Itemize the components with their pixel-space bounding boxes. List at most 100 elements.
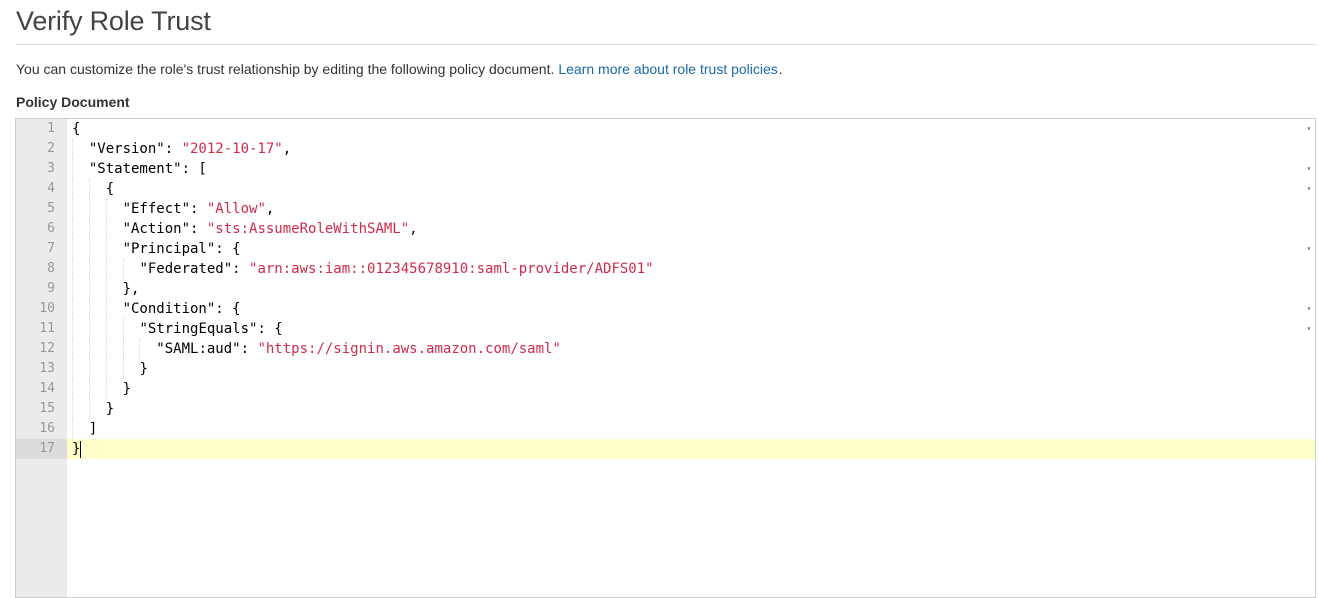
code-line[interactable]: 11 ▾ "StringEquals": {	[16, 319, 1315, 339]
line-number: 14	[39, 381, 55, 396]
code-line[interactable]: 17}	[16, 439, 1315, 459]
code-token: ,	[282, 141, 292, 157]
line-number: 4	[47, 181, 55, 196]
code-token: {	[72, 121, 81, 137]
string-token: "Allow"	[206, 201, 266, 217]
code-text: "StringEquals": {	[139, 319, 282, 339]
fold-arrow-icon[interactable]: ▾	[1305, 239, 1313, 259]
code-text: "Principal": {	[123, 239, 241, 259]
code-line[interactable]: 3 ▾ "Statement": [	[16, 159, 1315, 179]
indent-guide	[88, 319, 90, 339]
code-line[interactable]: 5 "Effect": "Allow",	[16, 199, 1315, 219]
code-token: "Version":	[88, 141, 182, 157]
text-cursor	[80, 440, 82, 458]
indent-guide	[72, 419, 73, 439]
indent-guide	[72, 279, 73, 299]
page-description: You can customize the role's trust relat…	[16, 61, 783, 77]
fold-arrow-icon[interactable]: ▾	[1305, 319, 1313, 339]
indent-guide	[72, 299, 73, 319]
line-number: 6	[47, 221, 55, 236]
code-text: }	[139, 359, 147, 379]
indent-guide	[122, 339, 124, 359]
indent-guide	[88, 259, 90, 279]
code-text: "Statement": [	[89, 159, 207, 179]
editor-lines[interactable]: 1 ▾ {2 "Version": "2012-10-17", 3 ▾ "Statement…	[16, 119, 1315, 459]
code-text: "Version": "2012-10-17",	[89, 139, 291, 159]
fold-arrow-icon[interactable]: ▾	[1305, 299, 1313, 319]
indent-guide	[105, 279, 107, 299]
code-text: {	[106, 179, 114, 199]
fold-arrow-icon[interactable]: ▾	[1305, 179, 1313, 199]
indent-guide	[72, 159, 73, 179]
indent-guide	[88, 359, 90, 379]
code-line[interactable]: 14}	[16, 379, 1315, 399]
indent-guide	[88, 199, 90, 219]
indent-guide	[105, 199, 107, 219]
code-line[interactable]: 10 ▾ "Condition": {	[16, 299, 1315, 319]
indent-guide	[88, 239, 90, 259]
line-number: 1	[47, 121, 55, 136]
code-text: ]	[89, 419, 97, 439]
code-line[interactable]: 12 "SAML:aud": "https://signin.aws.amazon…	[16, 339, 1315, 359]
indent-guide	[105, 319, 107, 339]
code-token: }	[139, 361, 148, 377]
fold-arrow-icon[interactable]: ▾	[1305, 159, 1313, 179]
learn-more-link[interactable]: Learn more about role trust policies	[558, 61, 777, 77]
line-number: 7	[47, 241, 55, 256]
indent-guide	[88, 339, 90, 359]
indent-guide	[72, 199, 73, 219]
indent-guide	[139, 339, 141, 359]
code-token: }	[122, 381, 132, 397]
code-token: ]	[88, 421, 98, 437]
code-line[interactable]: 6 "Action": "sts:AssumeRoleWithSAML",	[16, 219, 1315, 239]
code-text: "Effect": "Allow",	[123, 199, 275, 219]
description-text: You can customize the role's trust relat…	[16, 61, 555, 77]
indent-guide	[88, 219, 90, 239]
code-line[interactable]: 9},	[16, 279, 1315, 299]
title-divider	[16, 44, 1317, 45]
code-text: }	[72, 439, 82, 459]
indent-guide	[105, 239, 107, 259]
indent-guide	[88, 179, 90, 199]
indent-guide	[122, 319, 124, 339]
code-token: ,	[409, 221, 418, 237]
indent-guide	[72, 359, 73, 379]
line-number: 8	[47, 261, 55, 276]
description-period: .	[778, 61, 783, 77]
string-token: "arn:aws:iam::012345678910:saml-provider…	[249, 261, 654, 277]
code-text: }	[123, 379, 131, 399]
code-text: "Federated": "arn:aws:iam::012345678910:…	[139, 259, 653, 279]
indent-guide	[105, 379, 107, 399]
code-token: "Condition": {	[122, 301, 241, 317]
indent-guide	[105, 259, 107, 279]
indent-guide	[72, 179, 73, 199]
code-line[interactable]: 15}	[16, 399, 1315, 419]
line-number: 12	[39, 341, 55, 356]
code-token: ,	[265, 201, 275, 217]
code-line[interactable]: 7 ▾ "Principal": {	[16, 239, 1315, 259]
line-number: 9	[47, 281, 55, 296]
code-text: "Action": "sts:AssumeRoleWithSAML",	[123, 219, 418, 239]
policy-document-label: Policy Document	[16, 94, 130, 110]
indent-guide	[72, 219, 73, 239]
fold-arrow-icon[interactable]: ▾	[1305, 119, 1313, 139]
code-text: },	[123, 279, 140, 299]
string-token: "2012-10-17"	[181, 141, 283, 157]
code-token: }	[105, 401, 115, 417]
code-line[interactable]: 13}	[16, 359, 1315, 379]
code-line[interactable]: 4 ▾ {	[16, 179, 1315, 199]
indent-guide	[122, 359, 124, 379]
code-line[interactable]: 1 ▾ {	[16, 119, 1315, 139]
code-line[interactable]: 8 "Federated": "arn:aws:iam::012345678910…	[16, 259, 1315, 279]
indent-guide	[88, 399, 90, 419]
line-number: 2	[47, 141, 55, 156]
indent-guide	[72, 339, 73, 359]
string-token: "sts:AssumeRoleWithSAML"	[206, 221, 410, 237]
code-line[interactable]: 16]	[16, 419, 1315, 439]
code-line[interactable]: 2 "Version": "2012-10-17",	[16, 139, 1315, 159]
indent-guide	[105, 219, 107, 239]
policy-document-editor[interactable]: 1 ▾ {2 "Version": "2012-10-17", 3 ▾ "Statement…	[15, 118, 1316, 598]
indent-guide	[105, 359, 107, 379]
code-text: "Condition": {	[123, 299, 241, 319]
line-number: 15	[39, 401, 55, 416]
